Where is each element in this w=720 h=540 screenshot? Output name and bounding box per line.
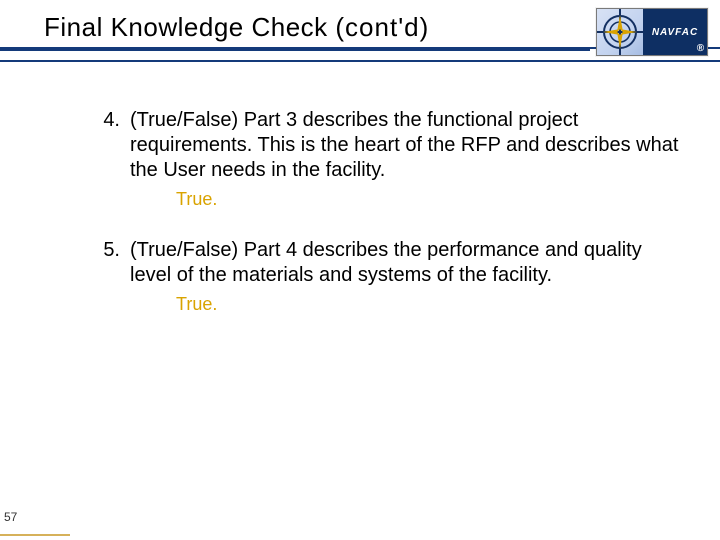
content-body: 4. (True/False) Part 3 describes the fun…: [84, 108, 680, 343]
compass-icon: [597, 9, 643, 55]
logo-text-plate: NAVFAC ®: [643, 9, 707, 55]
question-text: (True/False) Part 3 describes the functi…: [130, 108, 680, 183]
question-row: 4. (True/False) Part 3 describes the fun…: [84, 108, 680, 183]
question-number: 5.: [84, 238, 130, 263]
question-item: 5. (True/False) Part 4 describes the per…: [84, 238, 680, 315]
header-rule-bottom: [0, 60, 720, 62]
question-text: (True/False) Part 4 describes the perfor…: [130, 238, 680, 288]
title-part-1: Final Knowledge Check: [44, 12, 335, 42]
question-answer: True.: [176, 189, 680, 210]
navfac-logo: NAVFAC ®: [596, 8, 708, 56]
slide: Final Knowledge Check (cont'd) NAVFAC: [0, 0, 720, 540]
question-answer: True.: [176, 294, 680, 315]
question-item: 4. (True/False) Part 3 describes the fun…: [84, 108, 680, 210]
question-number: 4.: [84, 108, 130, 133]
header: Final Knowledge Check (cont'd) NAVFAC: [0, 0, 720, 60]
logo-brand: NAVFAC: [652, 27, 698, 38]
question-row: 5. (True/False) Part 4 describes the per…: [84, 238, 680, 288]
footer-accent-line: [0, 534, 70, 536]
page-number: 57: [4, 510, 17, 524]
title-part-2: (cont'd): [335, 12, 429, 42]
page-title: Final Knowledge Check (cont'd): [44, 12, 429, 43]
logo-registered: ®: [697, 43, 705, 54]
